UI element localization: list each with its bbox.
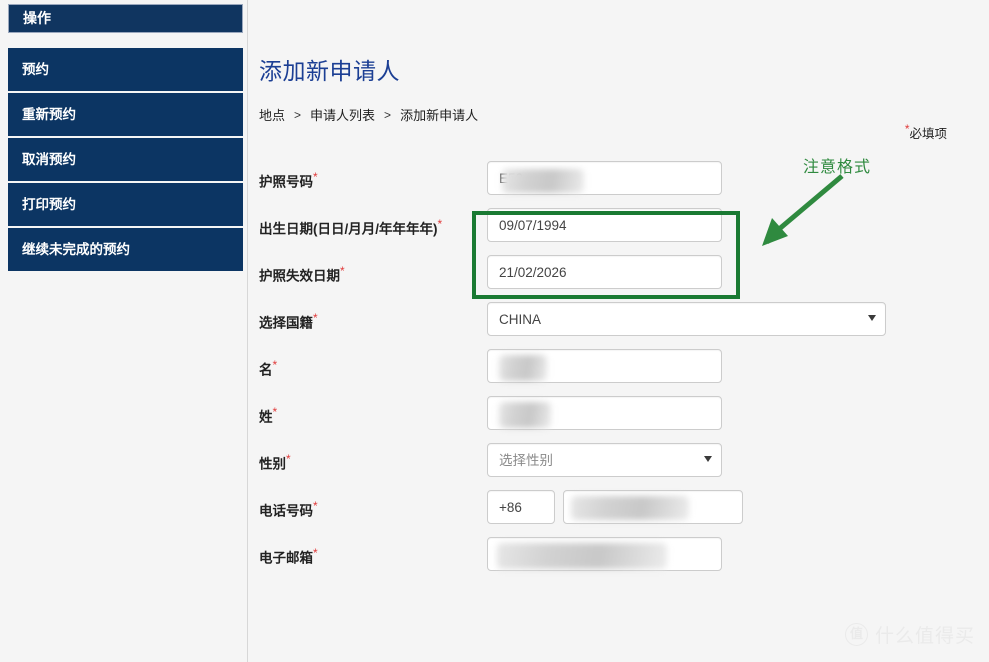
breadcrumb: 地点 > 申请人列表 > 添加新申请人 bbox=[259, 105, 478, 124]
required-note-label: 必填项 bbox=[909, 127, 947, 142]
phone-number-field-wrap bbox=[563, 490, 743, 524]
sidebar-title: 操作 bbox=[8, 4, 243, 33]
applicant-form: 护照号码* 出生日期(日日/月月/年年年年)* 护照失效日期* bbox=[249, 158, 989, 581]
first-name-input[interactable] bbox=[487, 349, 722, 383]
breadcrumb-item-applicant-list[interactable]: 申请人列表 bbox=[310, 105, 375, 124]
required-asterisk: * bbox=[313, 499, 318, 513]
breadcrumb-separator-1: > bbox=[294, 107, 302, 122]
sidebar-item-print[interactable]: 打印预约 bbox=[8, 183, 243, 226]
label-email: 电子邮箱* bbox=[259, 546, 318, 566]
required-asterisk: * bbox=[286, 452, 291, 466]
sidebar-menu: 预约 重新预约 取消预约 打印预约 继续未完成的预约 bbox=[8, 48, 243, 273]
label-first-name: 名* bbox=[259, 358, 278, 378]
required-asterisk: * bbox=[272, 405, 278, 419]
nationality-select[interactable]: CHINA bbox=[487, 302, 886, 336]
passport-expiry-input[interactable] bbox=[487, 255, 722, 289]
label-gender: 性别* bbox=[259, 452, 291, 472]
required-asterisk: * bbox=[313, 311, 318, 325]
form-row-passport-number: 护照号码* bbox=[249, 158, 989, 205]
sidebar: 操作 预约 重新预约 取消预约 打印预约 继续未完成的预约 bbox=[0, 0, 248, 662]
field-wrap-last-name bbox=[487, 396, 722, 430]
label-date-of-birth: 出生日期(日日/月月/年年年年)* bbox=[259, 217, 443, 237]
nationality-select-wrap: CHINA bbox=[487, 302, 886, 336]
annotation-label: 注意格式 bbox=[803, 159, 872, 176]
application-root: 欢迎 登出 ? 操作 预约 重新预约 取消预约 打印预约 继续未完成的预约 添加… bbox=[0, 0, 989, 662]
breadcrumb-separator-2: > bbox=[384, 107, 392, 122]
form-row-gender: 性别* 选择性别 bbox=[249, 440, 989, 487]
label-nationality: 选择国籍* bbox=[259, 311, 318, 331]
form-row-nationality: 选择国籍* CHINA bbox=[249, 299, 989, 346]
required-asterisk: * bbox=[313, 170, 318, 184]
field-wrap-phone-number bbox=[487, 490, 743, 524]
main-content: 添加新申请人 地点 > 申请人列表 > 添加新申请人 *必填项 护照号码* E5… bbox=[249, 0, 989, 662]
required-asterisk: * bbox=[340, 264, 345, 278]
field-wrap-date-of-birth bbox=[487, 208, 722, 242]
field-wrap-gender: 选择性别 bbox=[487, 443, 722, 477]
sidebar-item-cancel[interactable]: 取消预约 bbox=[8, 138, 243, 181]
field-wrap-passport-expiry bbox=[487, 255, 722, 289]
field-wrap-nationality: CHINA bbox=[487, 302, 886, 336]
required-asterisk: * bbox=[437, 217, 443, 231]
gender-select[interactable]: 选择性别 bbox=[487, 443, 722, 477]
page-title: 添加新申请人 bbox=[259, 58, 400, 84]
date-of-birth-input[interactable] bbox=[487, 208, 722, 242]
last-name-input[interactable] bbox=[487, 396, 722, 430]
field-wrap-first-name bbox=[487, 349, 722, 383]
breadcrumb-item-location[interactable]: 地点 bbox=[259, 105, 285, 124]
breadcrumb-item-current: 添加新申请人 bbox=[400, 108, 479, 123]
form-row-first-name: 名* bbox=[249, 346, 989, 393]
required-asterisk: * bbox=[313, 546, 318, 560]
form-row-email: 电子邮箱* bbox=[249, 534, 989, 581]
phone-country-code-input[interactable] bbox=[487, 490, 555, 524]
passport-number-input[interactable] bbox=[487, 161, 722, 195]
field-wrap-email bbox=[487, 537, 722, 571]
sidebar-item-appointment[interactable]: 预约 bbox=[8, 48, 243, 91]
sidebar-item-continue-incomplete[interactable]: 继续未完成的预约 bbox=[8, 228, 243, 271]
phone-number-input[interactable] bbox=[563, 490, 743, 524]
label-passport-expiry: 护照失效日期* bbox=[259, 264, 345, 284]
field-wrap-passport-number bbox=[487, 161, 722, 195]
form-row-date-of-birth: 出生日期(日日/月月/年年年年)* bbox=[249, 205, 989, 252]
form-row-last-name: 姓* bbox=[249, 393, 989, 440]
required-asterisk: * bbox=[272, 358, 278, 372]
required-field-note: *必填项 bbox=[905, 122, 947, 142]
label-passport-number: 护照号码* bbox=[259, 170, 318, 190]
email-input[interactable] bbox=[487, 537, 722, 571]
sidebar-item-reschedule[interactable]: 重新预约 bbox=[8, 93, 243, 136]
label-last-name: 姓* bbox=[259, 405, 278, 425]
form-row-passport-expiry: 护照失效日期* bbox=[249, 252, 989, 299]
form-row-phone-number: 电话号码* bbox=[249, 487, 989, 534]
label-phone-number: 电话号码* bbox=[259, 499, 318, 519]
gender-select-wrap: 选择性别 bbox=[487, 443, 722, 477]
